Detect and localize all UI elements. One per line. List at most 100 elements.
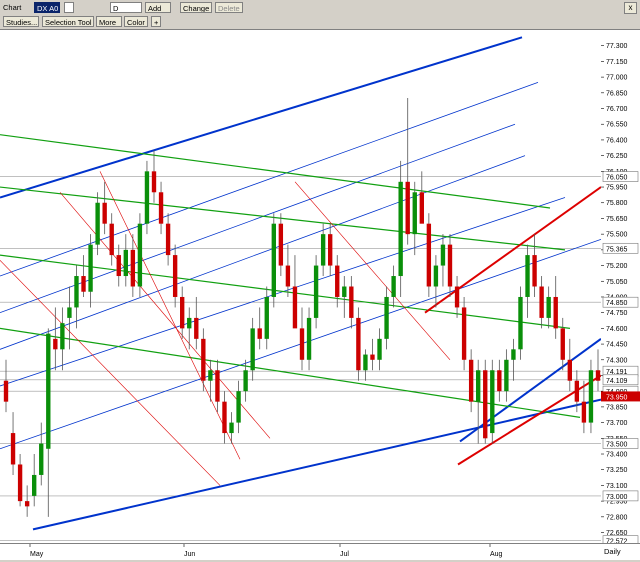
blue-channel-line [0,155,526,350]
current-price-label: 73.950 [606,394,628,401]
candle-bear [497,370,502,392]
price-tick-label: 76.850 [606,90,628,97]
price-badge-label: 74.109 [606,378,628,385]
change-button[interactable]: Change [180,2,212,13]
candle-bull [88,244,93,292]
price-tick-label: 72.800 [606,514,628,521]
candle-bull [490,370,495,434]
color-button[interactable]: Color [124,16,148,27]
delete-button[interactable]: Delete [215,2,243,13]
candle-bear [461,307,467,360]
candle-bull [546,296,551,318]
candle-bull [342,286,347,297]
candle-bear [370,354,375,360]
candlestick-chart[interactable] [0,30,602,543]
candle-bear [553,296,558,329]
candle-bull [320,234,326,266]
candle-bull [518,296,523,350]
add-button[interactable]: Add [145,2,171,13]
candle-bear [151,171,157,193]
price-tick-label: 74.450 [606,342,628,349]
candle-bear [81,276,86,292]
price-tick-label: 76.400 [606,137,628,144]
candle-bear [285,265,291,287]
candle-bear [454,286,460,308]
candle-bear [426,223,432,287]
candle-bear [483,370,488,439]
blue-channel-line [0,81,539,277]
price-badge-label: 76.050 [606,175,628,182]
candle-bear [109,223,114,256]
symbol-field[interactable]: DX A0 [34,2,60,13]
price-tick-label: 75.200 [606,263,628,270]
candle-bear [24,501,30,507]
price-chart[interactable] [0,30,602,543]
candle-bull [46,333,51,449]
candle-bull [39,443,44,475]
candle-bear [172,255,178,297]
candle-bull [440,244,446,266]
blue-channel-upper [0,36,523,199]
candle-bull [144,171,150,224]
chart-window-titlebar: Chart DX A0 D Add Change Delete x [0,0,640,16]
price-tick-label: 76.550 [606,122,628,129]
candle-bear [468,359,474,402]
more-button[interactable]: More [96,16,122,27]
candle-bear [222,401,227,434]
candle-bull [60,323,65,350]
candle-bull [384,296,389,339]
price-tick-label: 75.050 [606,279,628,286]
candle-bull [588,370,594,423]
candle-bear [158,192,164,224]
candle-bull [363,354,368,371]
blue-channel-lower-short [459,338,602,443]
price-tick-label: 73.250 [606,467,628,474]
candle-bear [405,181,410,235]
month-label: Aug [490,551,503,558]
candle-bear [567,359,572,381]
candle-bear [3,380,9,402]
add-drawing-button[interactable]: + [151,16,161,27]
candle-bear [595,370,601,381]
candle-bear [180,296,185,329]
candle-bear [257,328,262,339]
price-tick-label: 73.850 [606,404,628,411]
price-tick-label: 76.700 [606,106,628,113]
time-axis: May Jun Jul Aug Daily [0,543,640,560]
price-tick-label: 76.250 [606,153,628,160]
candle-bear [53,338,58,350]
candle-bull [187,317,192,329]
candle-bear [165,223,171,256]
month-label: May [30,551,44,558]
candle-bear [419,192,424,224]
price-tick-label: 73.700 [606,420,628,427]
candle-bull [511,349,516,360]
candle-bull [398,181,403,277]
price-axis[interactable]: 77.300 77.150 77.000 76.850 76.700 76.550 76.4… [601,30,640,546]
month-label: Jun [184,551,195,558]
blue-channel-lower [32,398,602,531]
selection-tool-button[interactable]: Selection Tool [42,16,94,27]
symbol-dropdown[interactable] [64,2,74,13]
candle-bear [532,255,537,287]
price-tick-label: 74.750 [606,310,628,317]
candle-bear [574,380,580,402]
candle-bull [504,359,509,392]
chart-window-title: Chart [3,3,22,12]
interval-field[interactable]: D [110,2,142,13]
candle-bear [130,249,136,287]
candle-bull [412,192,417,235]
candle-bear [292,286,298,329]
month-label: Jul [340,551,349,558]
candle-bull [32,474,37,496]
drawing-toolbar: Studies... Selection Tool More Color + [0,15,640,30]
candle-bull [271,223,276,297]
candle-bull [95,202,100,245]
candle-bull [377,338,382,360]
period-label: Daily [604,547,621,556]
price-tick-label: 74.600 [606,326,628,333]
candle-bull [236,391,241,423]
candle-bull [391,276,396,297]
close-icon[interactable]: x [624,2,637,14]
studies-button[interactable]: Studies... [3,16,39,27]
